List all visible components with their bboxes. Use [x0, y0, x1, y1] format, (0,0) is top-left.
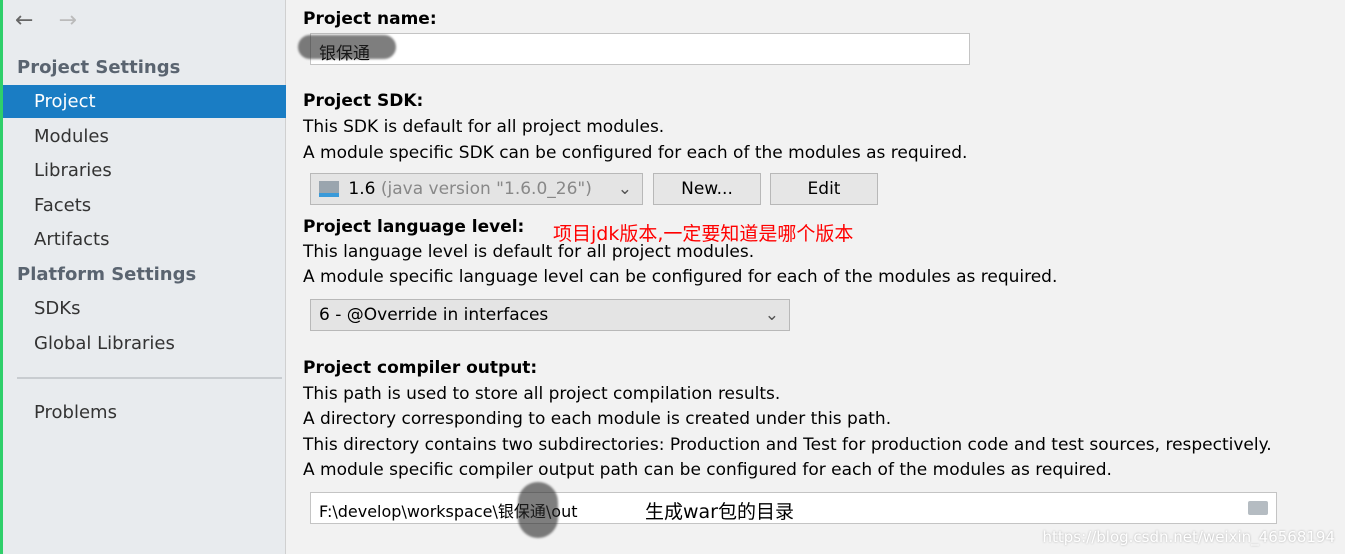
language-level-value: 6 - @Override in interfaces	[319, 305, 549, 325]
sidebar-item-problems[interactable]: Problems	[3, 396, 286, 429]
chevron-down-icon: ⌄	[617, 179, 632, 199]
sidebar-item-artifacts[interactable]: Artifacts	[3, 223, 286, 256]
divider	[17, 377, 282, 379]
redaction-scribble	[298, 35, 396, 59]
sidebar: ← → Project Settings Project Modules Lib…	[0, 0, 286, 554]
language-desc-1: This language level is default for all p…	[303, 242, 755, 262]
new-sdk-button[interactable]: New...	[653, 173, 761, 205]
sdk-folder-icon	[319, 181, 339, 197]
language-level-label: Project language level:	[303, 217, 525, 237]
sidebar-item-modules[interactable]: Modules	[3, 120, 286, 153]
output-desc-2: A directory corresponding to each module…	[303, 409, 892, 429]
edit-sdk-button[interactable]: Edit	[770, 173, 878, 205]
project-panel: Project name: 银保通 Project SDK: This SDK …	[298, 0, 1345, 554]
project-name-input[interactable]: 银保通	[310, 33, 970, 65]
sidebar-item-facets[interactable]: Facets	[3, 189, 286, 222]
language-level-dropdown[interactable]: 6 - @Override in interfaces ⌄	[310, 299, 790, 331]
redaction-scribble-2	[518, 482, 558, 538]
annotation-war-dir: 生成war包的目录	[645, 501, 794, 523]
project-name-label: Project name:	[303, 9, 437, 29]
compiler-output-label: Project compiler output:	[303, 358, 538, 378]
sidebar-item-libraries[interactable]: Libraries	[3, 154, 286, 187]
output-desc-1: This path is used to store all project c…	[303, 384, 781, 404]
sdk-dropdown[interactable]: 1.6 (java version "1.6.0_26") ⌄	[310, 173, 643, 205]
sdk-version: 1.6	[348, 179, 376, 199]
arrow-left-icon[interactable]: ←	[15, 8, 33, 33]
chevron-down-icon: ⌄	[764, 305, 779, 325]
sidebar-item-project[interactable]: Project	[3, 85, 286, 118]
group-platform-settings: Platform Settings	[17, 264, 197, 285]
language-desc-2: A module specific language level can be …	[303, 267, 1058, 287]
watermark: https://blog.csdn.net/weixin_46568194	[1042, 528, 1335, 546]
sdk-detail: (java version "1.6.0_26")	[380, 179, 592, 199]
output-desc-4: A module specific compiler output path c…	[303, 460, 1112, 480]
sdk-desc-2: A module specific SDK can be configured …	[303, 143, 968, 163]
output-desc-3: This directory contains two subdirectori…	[303, 435, 1272, 455]
arrow-right-icon[interactable]: →	[58, 8, 76, 33]
group-project-settings: Project Settings	[17, 57, 181, 78]
sidebar-item-global-libraries[interactable]: Global Libraries	[3, 327, 286, 360]
sidebar-item-sdks[interactable]: SDKs	[3, 292, 286, 325]
folder-open-icon[interactable]	[1248, 501, 1268, 515]
sdk-label: Project SDK:	[303, 91, 424, 111]
sdk-desc-1: This SDK is default for all project modu…	[303, 117, 665, 137]
